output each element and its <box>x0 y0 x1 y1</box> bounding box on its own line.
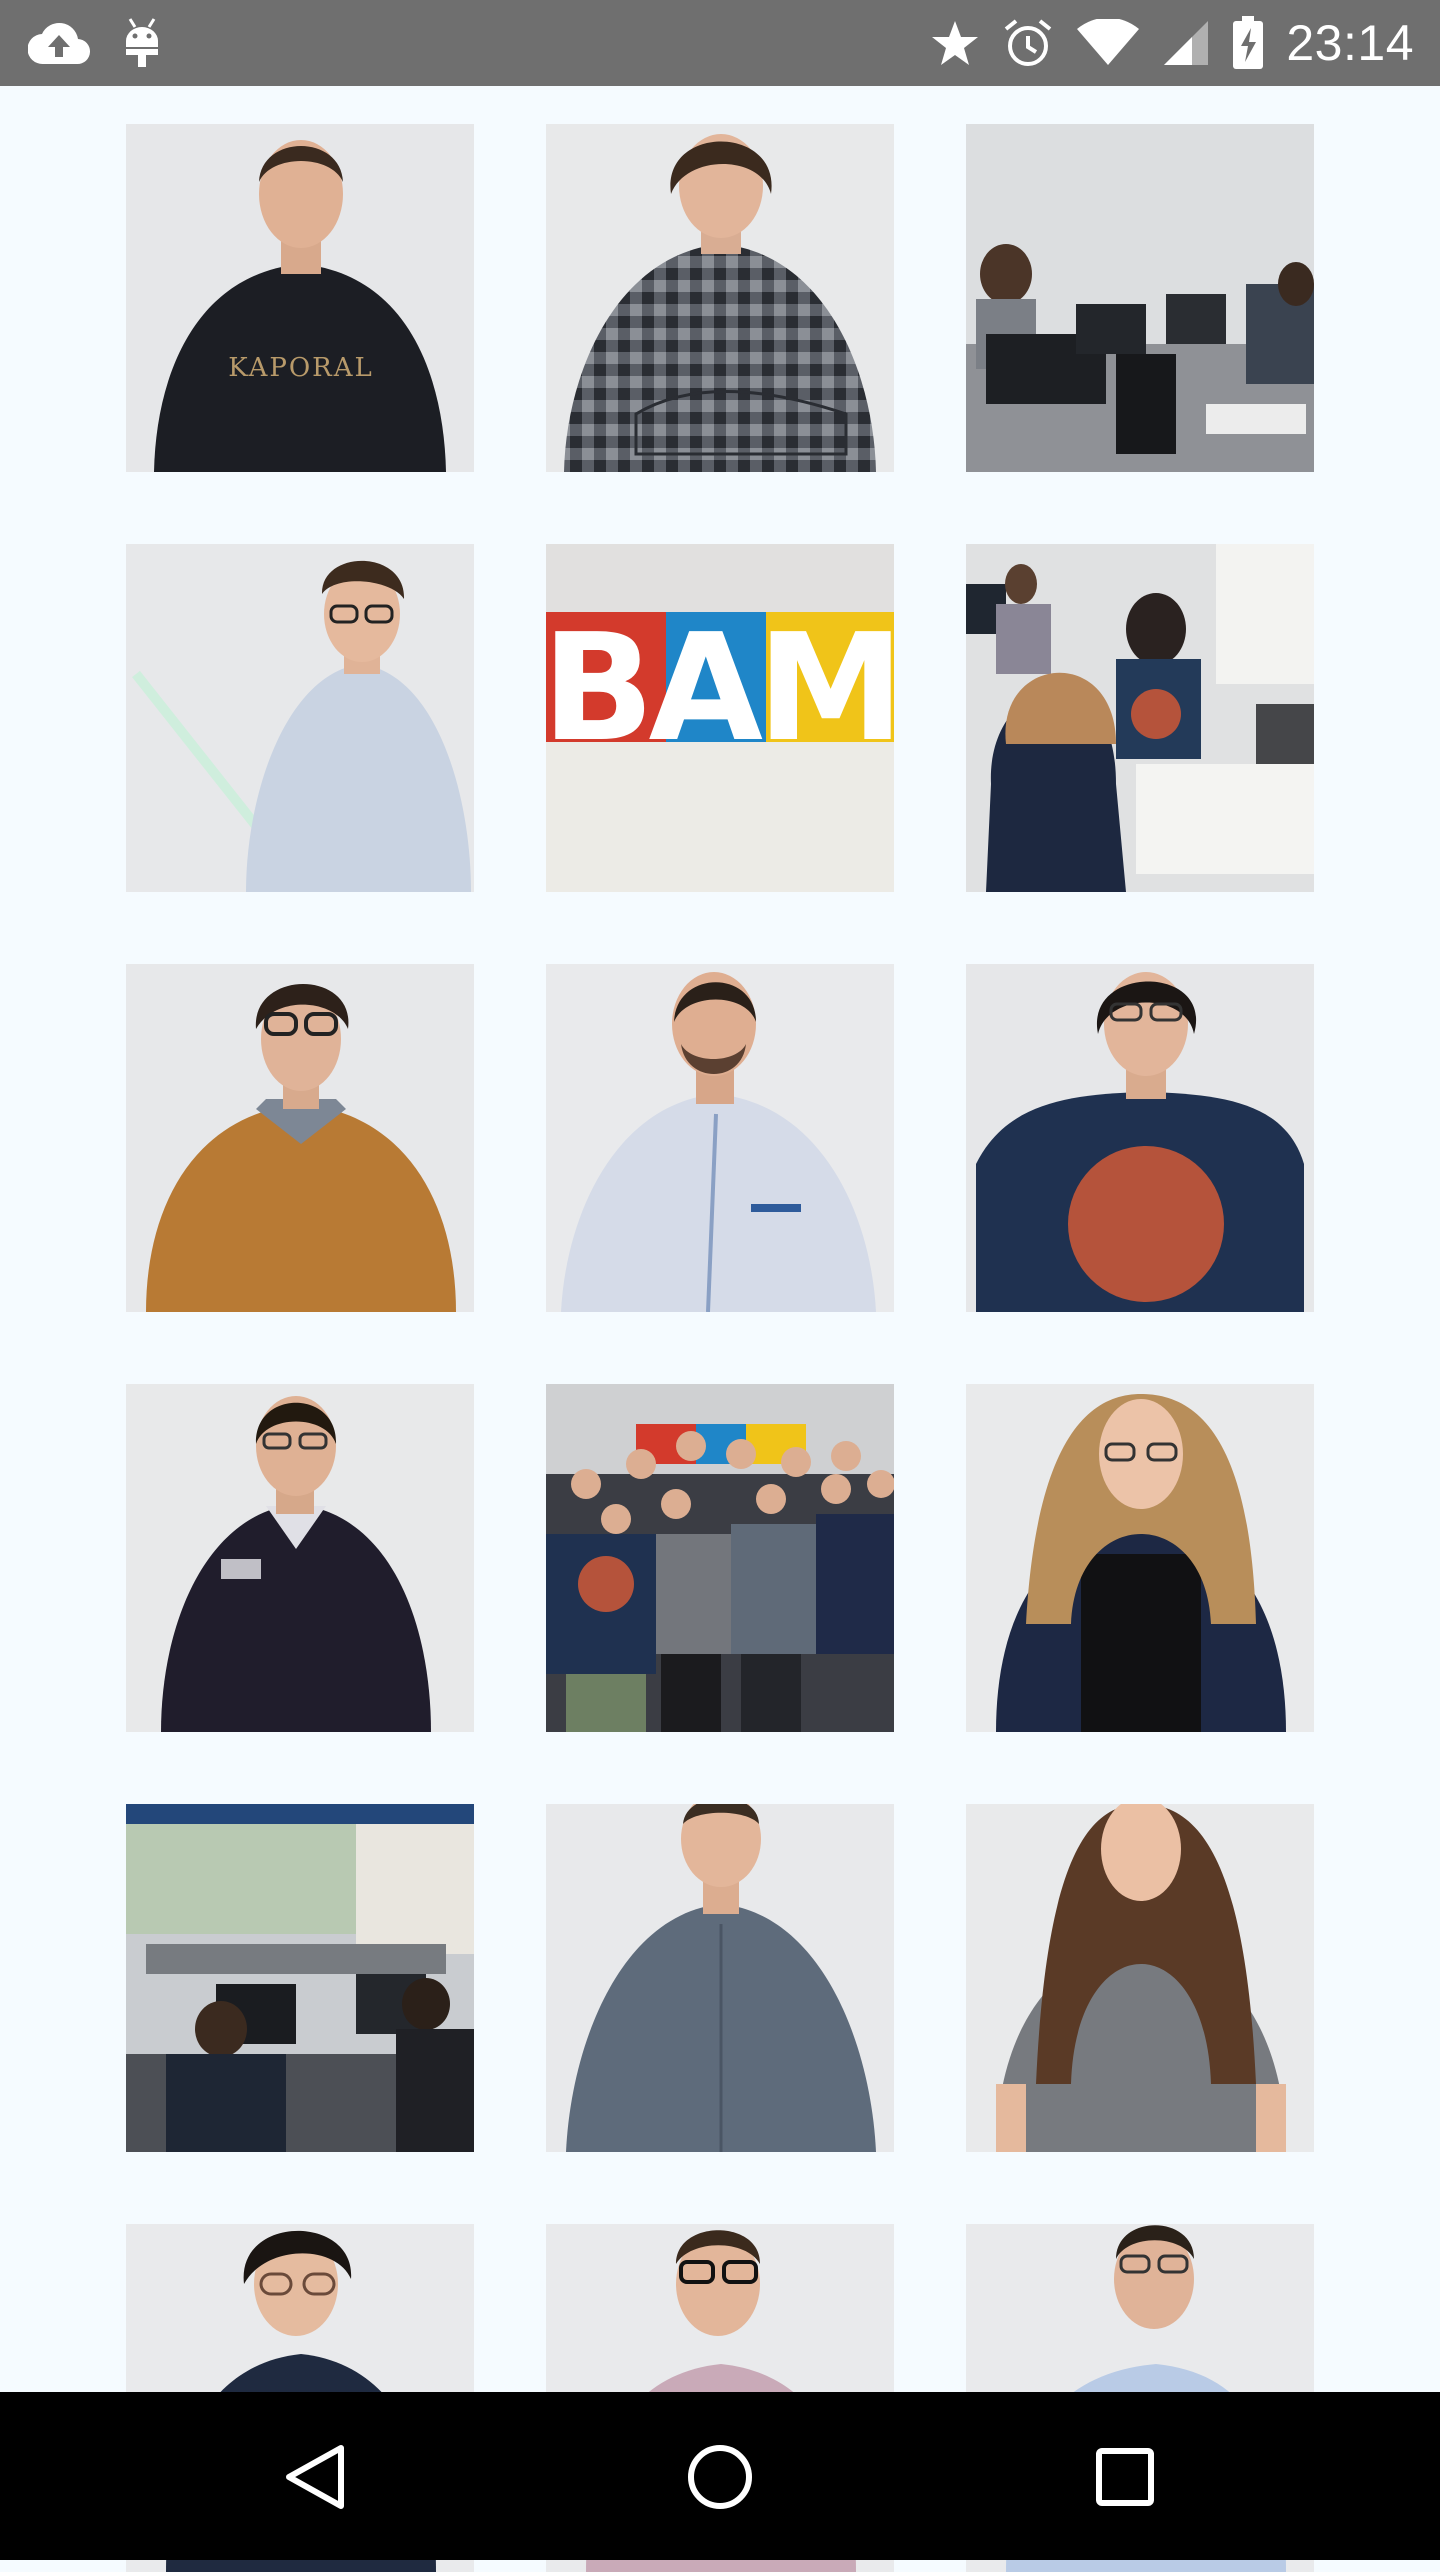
portrait-photo <box>126 964 474 1312</box>
logo-photo: BAM <box>546 544 894 892</box>
shirt-text: KAPORAL <box>228 353 374 383</box>
photo-tile[interactable] <box>126 544 474 892</box>
portrait-photo <box>546 964 894 1312</box>
photo-tile[interactable] <box>546 1804 894 2152</box>
navigation-bar <box>0 2392 1440 2560</box>
photo-tile[interactable] <box>126 964 474 1312</box>
home-button[interactable] <box>675 2432 765 2522</box>
photo-tile[interactable] <box>966 124 1314 472</box>
photo-tile[interactable]: BAM <box>546 544 894 892</box>
signal-icon <box>1162 19 1210 67</box>
status-time: 23:14 <box>1286 15 1414 71</box>
office-photo <box>966 124 1314 472</box>
status-bar: 23:14 <box>0 0 1440 86</box>
back-icon <box>286 2445 344 2509</box>
photo-tile[interactable] <box>126 1384 474 1732</box>
portrait-photo <box>126 1384 474 1732</box>
photo-tile[interactable] <box>546 124 894 472</box>
battery-charging-icon <box>1232 16 1264 70</box>
photo-tile[interactable] <box>966 1384 1314 1732</box>
logo-text: BAM <box>546 602 894 774</box>
portrait-photo <box>966 1804 1314 2152</box>
recents-icon <box>1096 2448 1154 2506</box>
photo-tile[interactable] <box>546 964 894 1312</box>
alarm-icon <box>1002 17 1054 69</box>
home-icon <box>688 2445 752 2509</box>
photo-tile[interactable] <box>966 964 1314 1312</box>
portrait-photo <box>546 1804 894 2152</box>
recents-button[interactable] <box>1080 2432 1170 2522</box>
star-icon <box>930 19 980 67</box>
portrait-photo <box>126 544 474 892</box>
photo-tile[interactable] <box>966 1804 1314 2152</box>
cloud-upload-icon <box>28 21 90 65</box>
office-photo <box>966 544 1314 892</box>
back-button[interactable] <box>270 2432 360 2522</box>
photo-tile[interactable] <box>546 1384 894 1732</box>
portrait-photo <box>966 964 1314 1312</box>
photo-tile[interactable] <box>966 544 1314 892</box>
photo-grid: KAPORAL BAM <box>126 124 1314 2572</box>
group-photo <box>546 1384 894 1732</box>
portrait-photo <box>966 1384 1314 1732</box>
photo-tile[interactable]: KAPORAL <box>126 124 474 472</box>
photo-tile[interactable] <box>126 1804 474 2152</box>
portrait-photo <box>546 124 894 472</box>
office-photo <box>126 1804 474 2152</box>
portrait-photo: KAPORAL <box>126 124 474 472</box>
wifi-icon <box>1076 19 1140 67</box>
android-debug-icon <box>124 17 160 69</box>
